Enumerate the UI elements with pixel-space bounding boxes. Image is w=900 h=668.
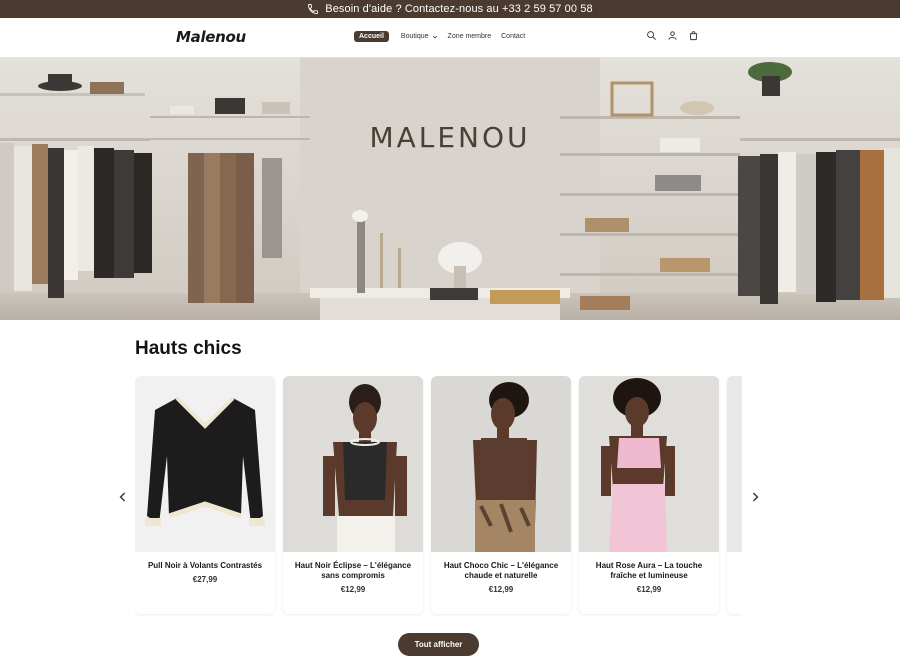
product-price: €12,99 (340, 585, 366, 594)
nav-item-label: Boutique (400, 33, 429, 40)
product-card[interactable]: Haut Rose Aura – La touche fraîche et lu… (579, 376, 719, 614)
carousel-prev-button[interactable] (118, 492, 128, 504)
product-name[interactable]: Haut Rose Aura – La touche fraîche et lu… (579, 561, 719, 581)
chevron-left-icon (119, 489, 127, 507)
product-name[interactable]: Haut Noir Éclipse – L'élégance sans comp… (283, 561, 423, 581)
site-header: Malenou Accueil Boutique Zone membre Con… (0, 18, 900, 58)
carousel-next-button[interactable] (750, 492, 760, 504)
cart-icon[interactable] (688, 30, 699, 41)
phone-icon (307, 3, 319, 15)
product-card[interactable]: Pull Noir à Volants Contrastés €27,99 (135, 376, 275, 614)
product-image[interactable] (727, 376, 742, 552)
nav-item-contact[interactable]: Contact (501, 33, 525, 40)
product-name[interactable]: Pull Noir à Volants Contrastés (135, 561, 275, 571)
view-all-button[interactable]: Tout afficher (398, 633, 479, 656)
nav-item-boutique[interactable]: Boutique (401, 33, 438, 40)
product-price: €27,99 (192, 575, 218, 584)
announcement-text[interactable]: Besoin d'aide ? Contactez-nous au +33 2 … (325, 3, 592, 15)
hero-title: MALENOU (369, 121, 531, 154)
chevron-right-icon (751, 489, 759, 507)
product-image[interactable] (579, 376, 719, 552)
account-icon[interactable] (667, 30, 678, 41)
site-logo[interactable]: Malenou (176, 28, 246, 46)
product-price: €12,99 (636, 585, 662, 594)
chevron-down-icon (432, 34, 438, 40)
header-icons (646, 30, 699, 41)
product-carousel: Pull Noir à Volants Contrastés €27,99 Ha… (135, 376, 742, 616)
nav-item-zone-membre[interactable]: Zone membre (448, 33, 492, 40)
product-price: €12,99 (488, 585, 514, 594)
product-card[interactable] (727, 376, 742, 614)
product-name[interactable]: Haut Choco Chic – L'élégance chaude et n… (431, 561, 571, 581)
announcement-bar: Besoin d'aide ? Contactez-nous au +33 2 … (0, 0, 900, 18)
product-image[interactable] (135, 376, 275, 552)
nav-item-accueil[interactable]: Accueil (354, 31, 389, 42)
product-card[interactable]: Haut Choco Chic – L'élégance chaude et n… (431, 376, 571, 614)
search-icon[interactable] (646, 30, 657, 41)
hero-banner: MALENOU (0, 58, 900, 320)
product-image[interactable] (283, 376, 423, 552)
hero-image (0, 58, 900, 320)
main-nav: Accueil Boutique Zone membre Contact (354, 31, 535, 42)
product-image[interactable] (431, 376, 571, 552)
section-title: Hauts chics (135, 338, 242, 359)
product-card[interactable]: Haut Noir Éclipse – L'élégance sans comp… (283, 376, 423, 614)
